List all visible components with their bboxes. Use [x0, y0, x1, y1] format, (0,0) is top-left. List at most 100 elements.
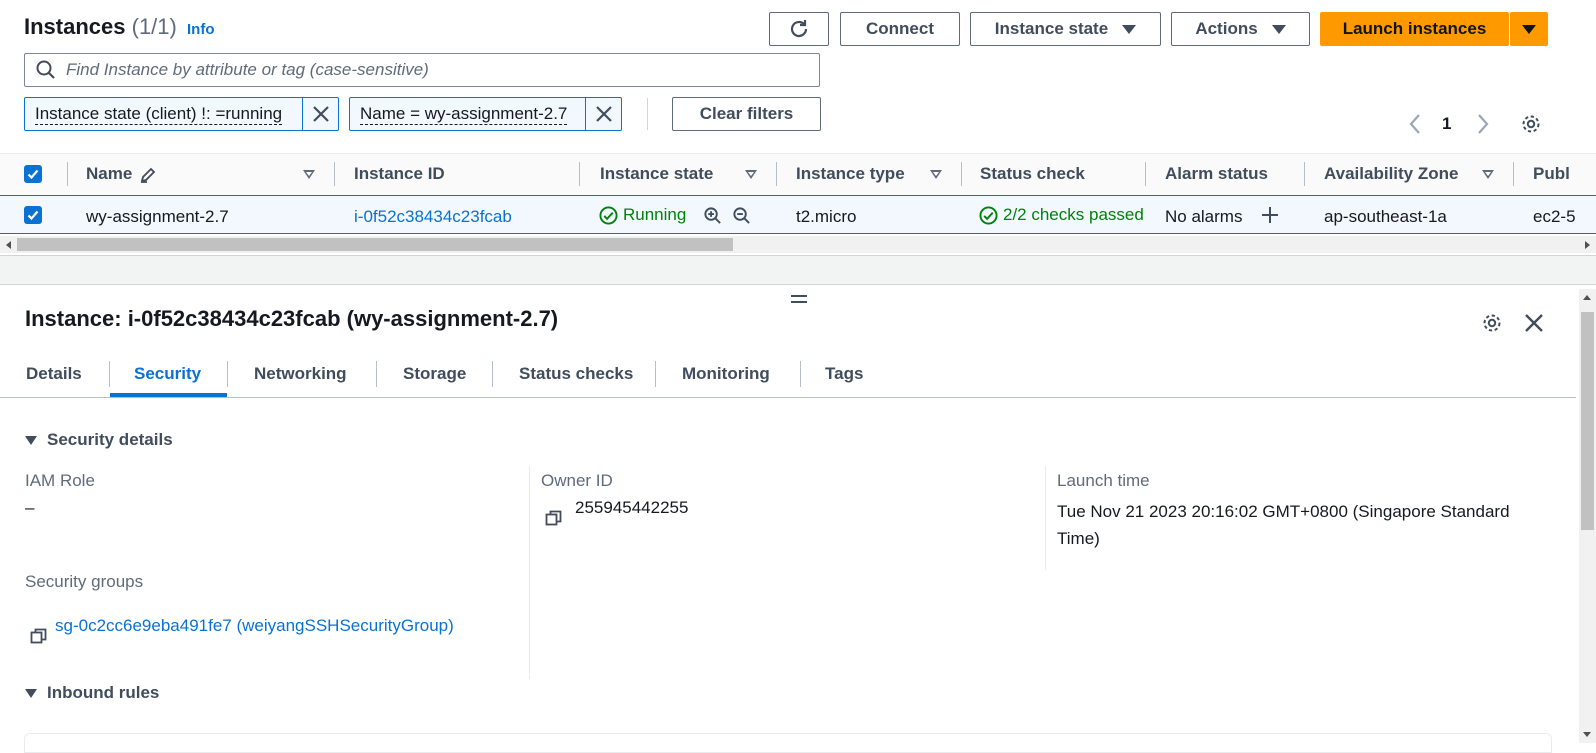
owner-id-value: 255945442255	[575, 498, 689, 517]
copy-icon[interactable]	[30, 627, 48, 645]
scrollbar-thumb[interactable]	[1581, 312, 1594, 530]
scroll-left-arrow[interactable]	[6, 241, 11, 249]
check-icon	[27, 169, 39, 180]
cell-status-check: 2/2 checks passed	[979, 205, 1144, 225]
filter-token-name[interactable]: Name = wy-assignment-2.7	[349, 97, 622, 131]
remove-filter-button[interactable]	[302, 98, 338, 130]
select-all-checkbox[interactable]	[24, 165, 42, 183]
remove-filter-button[interactable]	[585, 98, 621, 130]
launch-time-line: Time)	[1057, 529, 1100, 548]
iam-role-label: IAM Role	[25, 471, 95, 490]
caret-down-icon	[25, 435, 37, 445]
status-check-text: 2/2 checks passed	[1003, 205, 1144, 224]
tab-tags[interactable]: Tags	[825, 364, 863, 384]
launch-time-value: Tue Nov 21 2023 20:16:02 GMT+0800 (Singa…	[1057, 498, 1510, 552]
caret-down-icon	[1122, 24, 1137, 34]
column-header-availability-zone[interactable]: Availability Zone	[1324, 164, 1458, 184]
close-icon[interactable]	[1524, 313, 1544, 333]
sort-icon[interactable]	[745, 170, 757, 179]
column-header-name[interactable]: Name	[86, 164, 132, 184]
sort-icon[interactable]	[930, 170, 942, 179]
horizontal-scrollbar[interactable]	[0, 236, 1596, 253]
instance-count: (1/1)	[131, 14, 177, 39]
check-icon	[27, 210, 39, 221]
column-header-label: Alarm status	[1165, 164, 1268, 183]
vertical-scrollbar[interactable]	[1579, 289, 1596, 743]
launch-instances-button[interactable]: Launch instances	[1320, 12, 1509, 46]
section-title-text: Inbound rules	[47, 683, 160, 702]
connect-label: Connect	[866, 19, 934, 38]
zoom-in-icon[interactable]	[703, 206, 722, 225]
security-details-toggle[interactable]: Security details	[25, 430, 173, 450]
tabs-underline	[0, 397, 1576, 398]
row-checkbox[interactable]	[24, 206, 42, 224]
security-group-link[interactable]: sg-0c2cc6e9eba491fe7 (weiyangSSHSecurity…	[55, 616, 454, 636]
filter-token-label: Instance state (client) !: =running	[35, 103, 283, 125]
status-success-icon	[599, 205, 618, 225]
split-panel-divider[interactable]	[0, 255, 1596, 285]
column-header-alarm-status[interactable]: Alarm status	[1165, 164, 1268, 184]
col-divider	[1513, 162, 1514, 186]
close-icon	[312, 106, 329, 122]
page-number[interactable]: 1	[1442, 114, 1451, 134]
column-header-instance-id[interactable]: Instance ID	[354, 164, 445, 184]
cell-availability-zone: ap-southeast-1a	[1324, 207, 1447, 226]
resize-handle[interactable]	[791, 295, 807, 303]
plus-icon[interactable]	[1261, 206, 1279, 224]
info-link[interactable]: Info	[187, 21, 215, 38]
column-header-status-check[interactable]: Status check	[980, 164, 1085, 184]
instance-state-button[interactable]: Instance state	[970, 12, 1161, 46]
tab-storage[interactable]: Storage	[403, 364, 466, 384]
tab-divider	[109, 361, 110, 387]
clear-filters-button[interactable]: Clear filters	[672, 97, 821, 131]
tab-status-checks[interactable]: Status checks	[519, 364, 633, 384]
tab-divider	[800, 361, 801, 387]
scroll-up-arrow[interactable]	[1583, 295, 1591, 300]
actions-button[interactable]: Actions	[1171, 12, 1310, 46]
column-header-public[interactable]: Publ	[1533, 164, 1596, 184]
sort-icon[interactable]	[303, 170, 315, 179]
launch-dropdown-button[interactable]	[1510, 12, 1548, 46]
sort-icon[interactable]	[1482, 170, 1494, 179]
search-placeholder: Find Instance by attribute or tag (case-…	[66, 60, 429, 79]
col-divider	[579, 162, 580, 186]
launch-time-line: Tue Nov 21 2023 20:16:02 GMT+0800 (Singa…	[1057, 502, 1510, 521]
refresh-button[interactable]	[769, 12, 829, 46]
instance-state-label: Instance state	[994, 19, 1109, 38]
iam-role-value: –	[25, 498, 35, 517]
tab-divider	[655, 361, 656, 387]
instance-id-link[interactable]: i-0f52c38434c23fcab	[354, 207, 512, 227]
cell-name: wy-assignment-2.7	[86, 207, 229, 226]
column-header-instance-type[interactable]: Instance type	[796, 164, 905, 184]
inbound-rules-container	[24, 733, 1552, 753]
scroll-down-arrow[interactable]	[1583, 732, 1591, 737]
inbound-rules-toggle[interactable]: Inbound rules	[25, 683, 159, 703]
clear-filters-label: Clear filters	[699, 104, 794, 123]
zoom-out-icon[interactable]	[732, 206, 751, 225]
caret-down-icon	[1522, 24, 1536, 34]
col-divider	[961, 162, 962, 186]
col-divider	[334, 162, 335, 186]
cell-public: ec2-5	[1533, 207, 1576, 226]
copy-icon[interactable]	[545, 509, 563, 527]
chevron-right-icon[interactable]	[1476, 113, 1490, 135]
connect-button[interactable]: Connect	[840, 12, 960, 46]
col-divider	[1304, 162, 1305, 186]
filter-token-state[interactable]: Instance state (client) !: =running	[24, 97, 339, 131]
cell-alarm-status: No alarms	[1165, 207, 1243, 226]
search-input[interactable]: Find Instance by attribute or tag (case-…	[24, 53, 820, 87]
detail-title: Instance: i-0f52c38434c23fcab (wy-assign…	[25, 306, 559, 331]
edit-pencil-icon	[140, 167, 156, 183]
scroll-right-arrow[interactable]	[1585, 241, 1590, 249]
tab-divider	[227, 361, 228, 387]
tab-details[interactable]: Details	[26, 364, 82, 384]
launch-label: Launch instances	[1342, 19, 1487, 38]
gear-icon[interactable]	[1520, 113, 1542, 135]
gear-icon[interactable]	[1481, 312, 1503, 334]
chevron-left-icon[interactable]	[1408, 113, 1422, 135]
tab-monitoring[interactable]: Monitoring	[682, 364, 770, 384]
tab-security[interactable]: Security	[134, 364, 201, 384]
tab-networking[interactable]: Networking	[254, 364, 347, 384]
column-header-instance-state[interactable]: Instance state	[600, 164, 713, 184]
scrollbar-thumb[interactable]	[17, 238, 733, 251]
